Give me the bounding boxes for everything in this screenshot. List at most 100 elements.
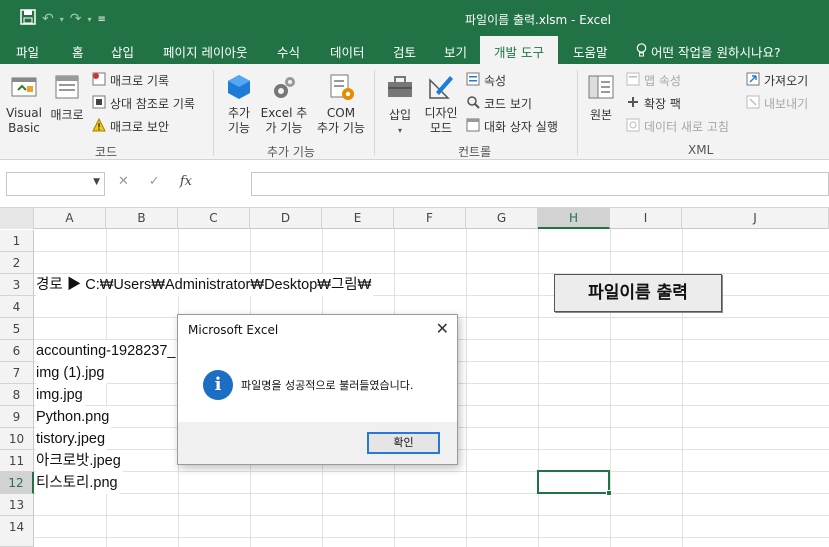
cell-a12[interactable]: 티스토리.png [36, 472, 120, 494]
run-dialog-button[interactable]: 대화 상자 실행 [466, 118, 558, 135]
column-header[interactable]: C [178, 208, 250, 229]
quick-access-customize-icon[interactable]: ≡ [98, 14, 106, 25]
row-header[interactable]: 14 [0, 516, 34, 547]
view-code-button[interactable]: 코드 보기 [466, 95, 532, 112]
row-header[interactable]: 6 [0, 340, 34, 362]
expansion-packs-button[interactable]: 확장 팩 [626, 95, 681, 112]
close-icon[interactable]: ✕ [436, 319, 449, 338]
column-header[interactable]: F [394, 208, 466, 229]
addins-label: 추가 기능 [227, 106, 251, 135]
xml-import-button[interactable]: 가져오기 [746, 72, 808, 89]
group-separator [577, 70, 578, 156]
visual-basic-button[interactable]: Visual Basic [6, 72, 42, 136]
import-icon [746, 72, 760, 89]
cell-a9[interactable]: Python.png [36, 406, 112, 428]
addins-button[interactable]: 추가 기능 [222, 72, 256, 136]
enter-icon[interactable]: ✓ [149, 174, 160, 189]
cell-a6[interactable]: accounting-1928237_ [36, 340, 178, 362]
xml-source-button[interactable]: 원본 [585, 72, 617, 123]
print-filenames-button[interactable]: 파일이름 출력 [554, 274, 722, 312]
tell-me-label: 어떤 작업을 원하시나요? [651, 45, 781, 60]
cell-a10[interactable]: tistory.jpeg [36, 428, 108, 450]
row-header[interactable]: 5 [0, 318, 34, 340]
row-header[interactable]: 3 [0, 274, 34, 296]
column-header[interactable]: G [466, 208, 538, 229]
select-all-corner[interactable] [0, 208, 34, 229]
tab-review[interactable]: 검토 [393, 42, 416, 61]
macro-button[interactable]: 매크로 [47, 72, 87, 123]
cell-a3[interactable]: 경로 ▶ C:₩Users₩Administrator₩Desktop₩그림₩ [36, 274, 374, 296]
gridline [538, 229, 539, 547]
active-cell-h12[interactable] [537, 470, 612, 496]
excel-addins-label: Excel 추 가 기능 [260, 106, 308, 135]
row-header[interactable]: 11 [0, 450, 34, 472]
row-header[interactable]: 9 [0, 406, 34, 428]
tab-data[interactable]: 데이터 [330, 42, 365, 61]
chevron-down-icon[interactable]: ▾ [87, 15, 91, 24]
column-header[interactable]: B [106, 208, 178, 229]
row-header[interactable]: 2 [0, 252, 34, 274]
record-macro-button[interactable]: 매크로 기록 [92, 72, 169, 89]
gear-icon [259, 72, 309, 106]
chevron-down-icon[interactable]: ▼ [93, 177, 100, 187]
column-header[interactable]: J [682, 208, 829, 229]
save-icon[interactable] [20, 9, 36, 29]
redo-icon[interactable]: ↷ [70, 11, 82, 27]
group-addins-label: 추가 기능 [267, 145, 315, 159]
refresh-data-button[interactable]: 데이터 새로 고침 [626, 118, 729, 135]
warning-icon [92, 117, 106, 135]
cell-a7[interactable]: img (1).jpg [36, 362, 107, 384]
cell-a8[interactable]: img.jpg [36, 384, 85, 406]
row-header[interactable]: 4 [0, 296, 34, 318]
expansion-packs-icon [626, 95, 640, 112]
tab-insert[interactable]: 삽입 [111, 42, 134, 61]
tab-view[interactable]: 보기 [444, 42, 467, 61]
tell-me-search[interactable]: 어떤 작업을 원하시나요? [636, 42, 781, 61]
map-properties-label: 맵 속성 [644, 74, 681, 88]
message-dialog: Microsoft Excel ✕ i 파일명을 성공적으로 불러들였습니다. … [177, 314, 458, 465]
row-header-selected[interactable]: 12 [0, 472, 34, 494]
expansion-packs-label: 확장 팩 [644, 97, 681, 111]
undo-icon[interactable]: ↶ [42, 11, 54, 27]
row-header[interactable]: 8 [0, 384, 34, 406]
design-mode-button[interactable]: 디자인 모드 [421, 72, 461, 136]
column-header-selected[interactable]: H [538, 208, 610, 229]
column-header[interactable]: D [250, 208, 322, 229]
tab-home[interactable]: 홈 [72, 42, 84, 61]
ok-button[interactable]: 확인 [367, 432, 440, 454]
lightbulb-icon [636, 43, 647, 60]
properties-icon [466, 72, 480, 89]
insert-control-button[interactable]: 삽입 ▾ [383, 72, 417, 138]
cell-a11[interactable]: 아크로밧.jpeg [36, 450, 123, 472]
toolbox-icon [383, 72, 417, 106]
excel-addins-button[interactable]: Excel 추 가 기능 [259, 72, 309, 136]
column-header[interactable]: A [34, 208, 106, 229]
cancel-icon[interactable]: ✕ [118, 174, 129, 189]
macro-icon [47, 72, 87, 106]
row-header[interactable]: 10 [0, 428, 34, 450]
column-header[interactable]: I [610, 208, 682, 229]
name-box[interactable]: ▼ [6, 172, 105, 196]
xml-export-button[interactable]: 내보내기 [746, 95, 808, 112]
macro-security-button[interactable]: 매크로 보안 [92, 117, 169, 135]
row-header[interactable]: 7 [0, 362, 34, 384]
column-header[interactable]: E [322, 208, 394, 229]
row-header[interactable]: 1 [0, 230, 34, 252]
formula-input[interactable] [251, 172, 829, 196]
tab-file[interactable]: 파일 [16, 42, 39, 61]
properties-button[interactable]: 속성 [466, 72, 506, 89]
tab-page-layout[interactable]: 페이지 레이아웃 [163, 42, 247, 61]
com-addins-button[interactable]: COM 추가 기능 [313, 72, 369, 136]
chevron-down-icon[interactable]: ▾ [60, 15, 64, 24]
row-header[interactable]: 13 [0, 494, 34, 516]
tab-developer[interactable]: 개발 도구 [480, 36, 558, 64]
export-icon [746, 95, 760, 112]
tab-formulas[interactable]: 수식 [277, 42, 300, 61]
relative-reference-button[interactable]: 상대 참조로 기록 [92, 95, 195, 112]
tab-help[interactable]: 도움말 [573, 42, 608, 61]
title-bar: ↶ ▾ ↷ ▾ ≡ 파일이름 출력.xlsm - Excel [0, 0, 829, 36]
insert-function-icon[interactable]: fx [180, 174, 192, 189]
fill-handle[interactable] [606, 490, 612, 496]
properties-label: 속성 [484, 74, 507, 88]
map-properties-button[interactable]: 맵 속성 [626, 72, 681, 89]
